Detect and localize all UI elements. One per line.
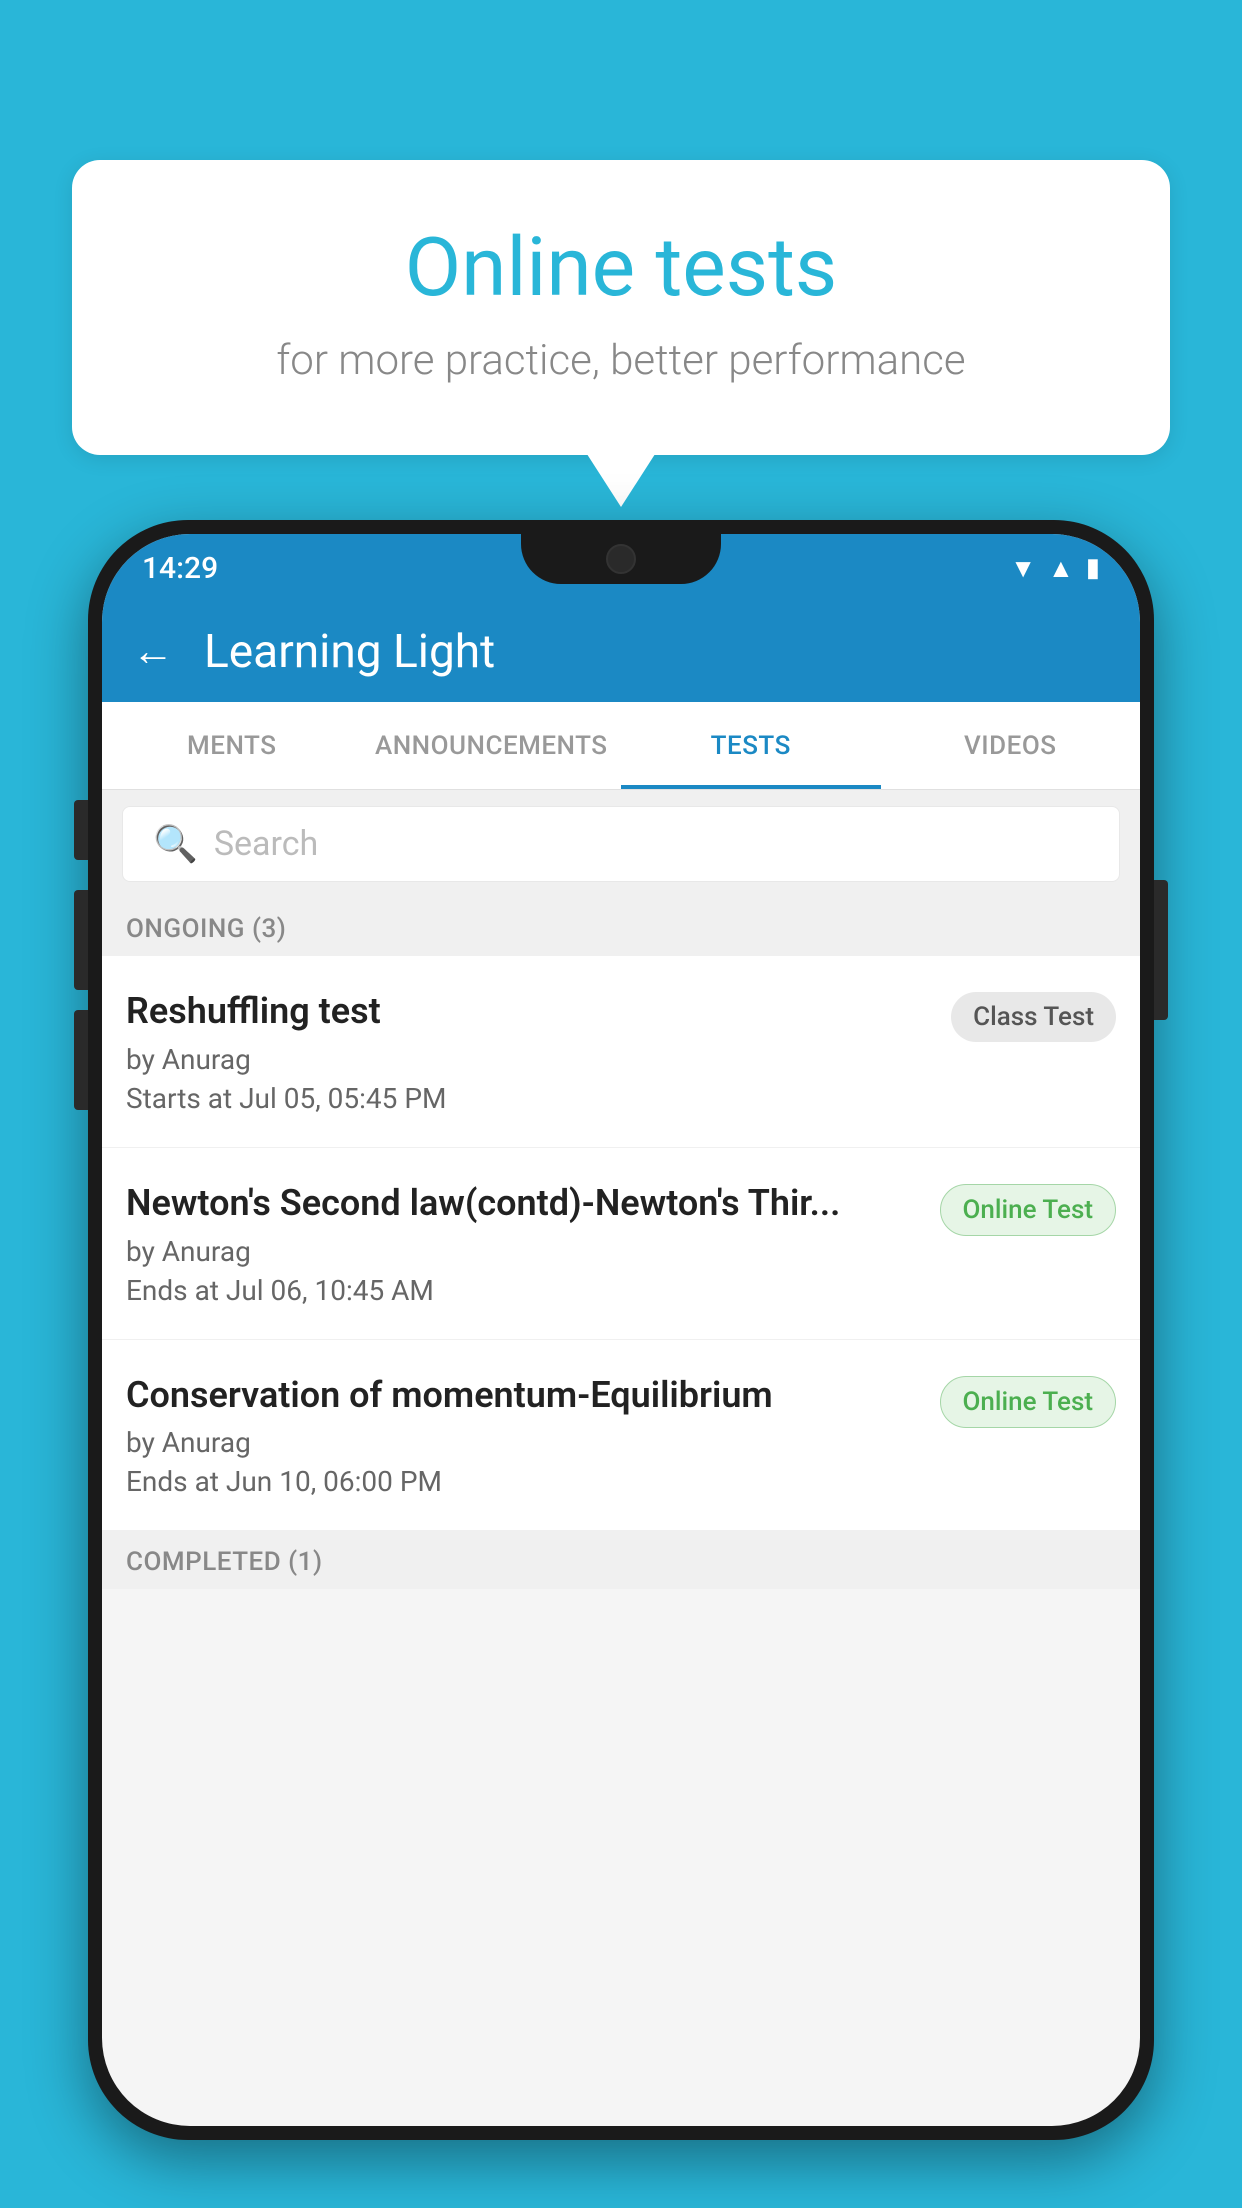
completed-title: COMPLETED (1) xyxy=(126,1547,323,1577)
test-badge-online: Online Test xyxy=(940,1376,1117,1428)
test-author: by Anurag xyxy=(126,1235,920,1268)
test-list: Reshuffling test by Anurag Starts at Jul… xyxy=(102,956,1140,1531)
phone-screen: 14:29 ▼ ▲ ▮ ← Learning Light MENTS ANNOU… xyxy=(102,534,1140,2126)
wifi-icon: ▼ xyxy=(1010,553,1036,584)
status-icons: ▼ ▲ ▮ xyxy=(1010,553,1100,584)
test-info: Reshuffling test by Anurag Starts at Jul… xyxy=(126,988,931,1115)
tab-tests[interactable]: TESTS xyxy=(621,702,881,789)
phone-mockup: 14:29 ▼ ▲ ▮ ← Learning Light MENTS ANNOU… xyxy=(88,520,1154,2208)
test-time: Ends at Jun 10, 06:00 PM xyxy=(126,1465,920,1498)
phone-notch xyxy=(521,534,721,584)
search-input[interactable]: Search xyxy=(214,824,318,864)
test-item[interactable]: Conservation of momentum-Equilibrium by … xyxy=(102,1340,1140,1532)
speech-bubble: Online tests for more practice, better p… xyxy=(72,160,1170,455)
test-badge-online: Online Test xyxy=(940,1184,1117,1236)
ongoing-section-header: ONGOING (3) xyxy=(102,898,1140,956)
test-author: by Anurag xyxy=(126,1426,920,1459)
signal-icon: ▲ xyxy=(1048,553,1074,584)
bubble-title: Online tests xyxy=(152,220,1090,316)
test-info: Newton's Second law(contd)-Newton's Thir… xyxy=(126,1180,920,1307)
bubble-subtitle: for more practice, better performance xyxy=(152,336,1090,385)
search-container: 🔍 Search xyxy=(102,790,1140,898)
app-title: Learning Light xyxy=(204,625,495,679)
test-name: Newton's Second law(contd)-Newton's Thir… xyxy=(126,1180,920,1227)
test-name: Reshuffling test xyxy=(126,988,931,1035)
test-name: Conservation of momentum-Equilibrium xyxy=(126,1372,920,1419)
tab-announcements[interactable]: ANNOUNCEMENTS xyxy=(362,702,622,789)
test-info: Conservation of momentum-Equilibrium by … xyxy=(126,1372,920,1499)
battery-icon: ▮ xyxy=(1086,553,1100,583)
test-time: Starts at Jul 05, 05:45 PM xyxy=(126,1082,931,1115)
completed-section-header: COMPLETED (1) xyxy=(102,1531,1140,1589)
phone-button xyxy=(74,800,88,860)
app-header: ← Learning Light xyxy=(102,602,1140,702)
phone-frame: 14:29 ▼ ▲ ▮ ← Learning Light MENTS ANNOU… xyxy=(88,520,1154,2140)
back-button[interactable]: ← xyxy=(132,631,174,673)
ongoing-title: ONGOING (3) xyxy=(126,914,286,944)
tab-videos[interactable]: VIDEOS xyxy=(881,702,1141,789)
search-bar[interactable]: 🔍 Search xyxy=(122,806,1120,882)
phone-camera xyxy=(606,544,636,574)
phone-button xyxy=(74,1010,88,1110)
test-badge-class: Class Test xyxy=(951,992,1116,1042)
test-item[interactable]: Reshuffling test by Anurag Starts at Jul… xyxy=(102,956,1140,1148)
search-icon: 🔍 xyxy=(153,823,198,865)
tab-bar: MENTS ANNOUNCEMENTS TESTS VIDEOS xyxy=(102,702,1140,790)
phone-button xyxy=(1154,880,1168,1020)
test-item[interactable]: Newton's Second law(contd)-Newton's Thir… xyxy=(102,1148,1140,1340)
tab-ments[interactable]: MENTS xyxy=(102,702,362,789)
status-time: 14:29 xyxy=(142,551,218,586)
test-author: by Anurag xyxy=(126,1043,931,1076)
phone-button xyxy=(74,890,88,990)
test-time: Ends at Jul 06, 10:45 AM xyxy=(126,1274,920,1307)
